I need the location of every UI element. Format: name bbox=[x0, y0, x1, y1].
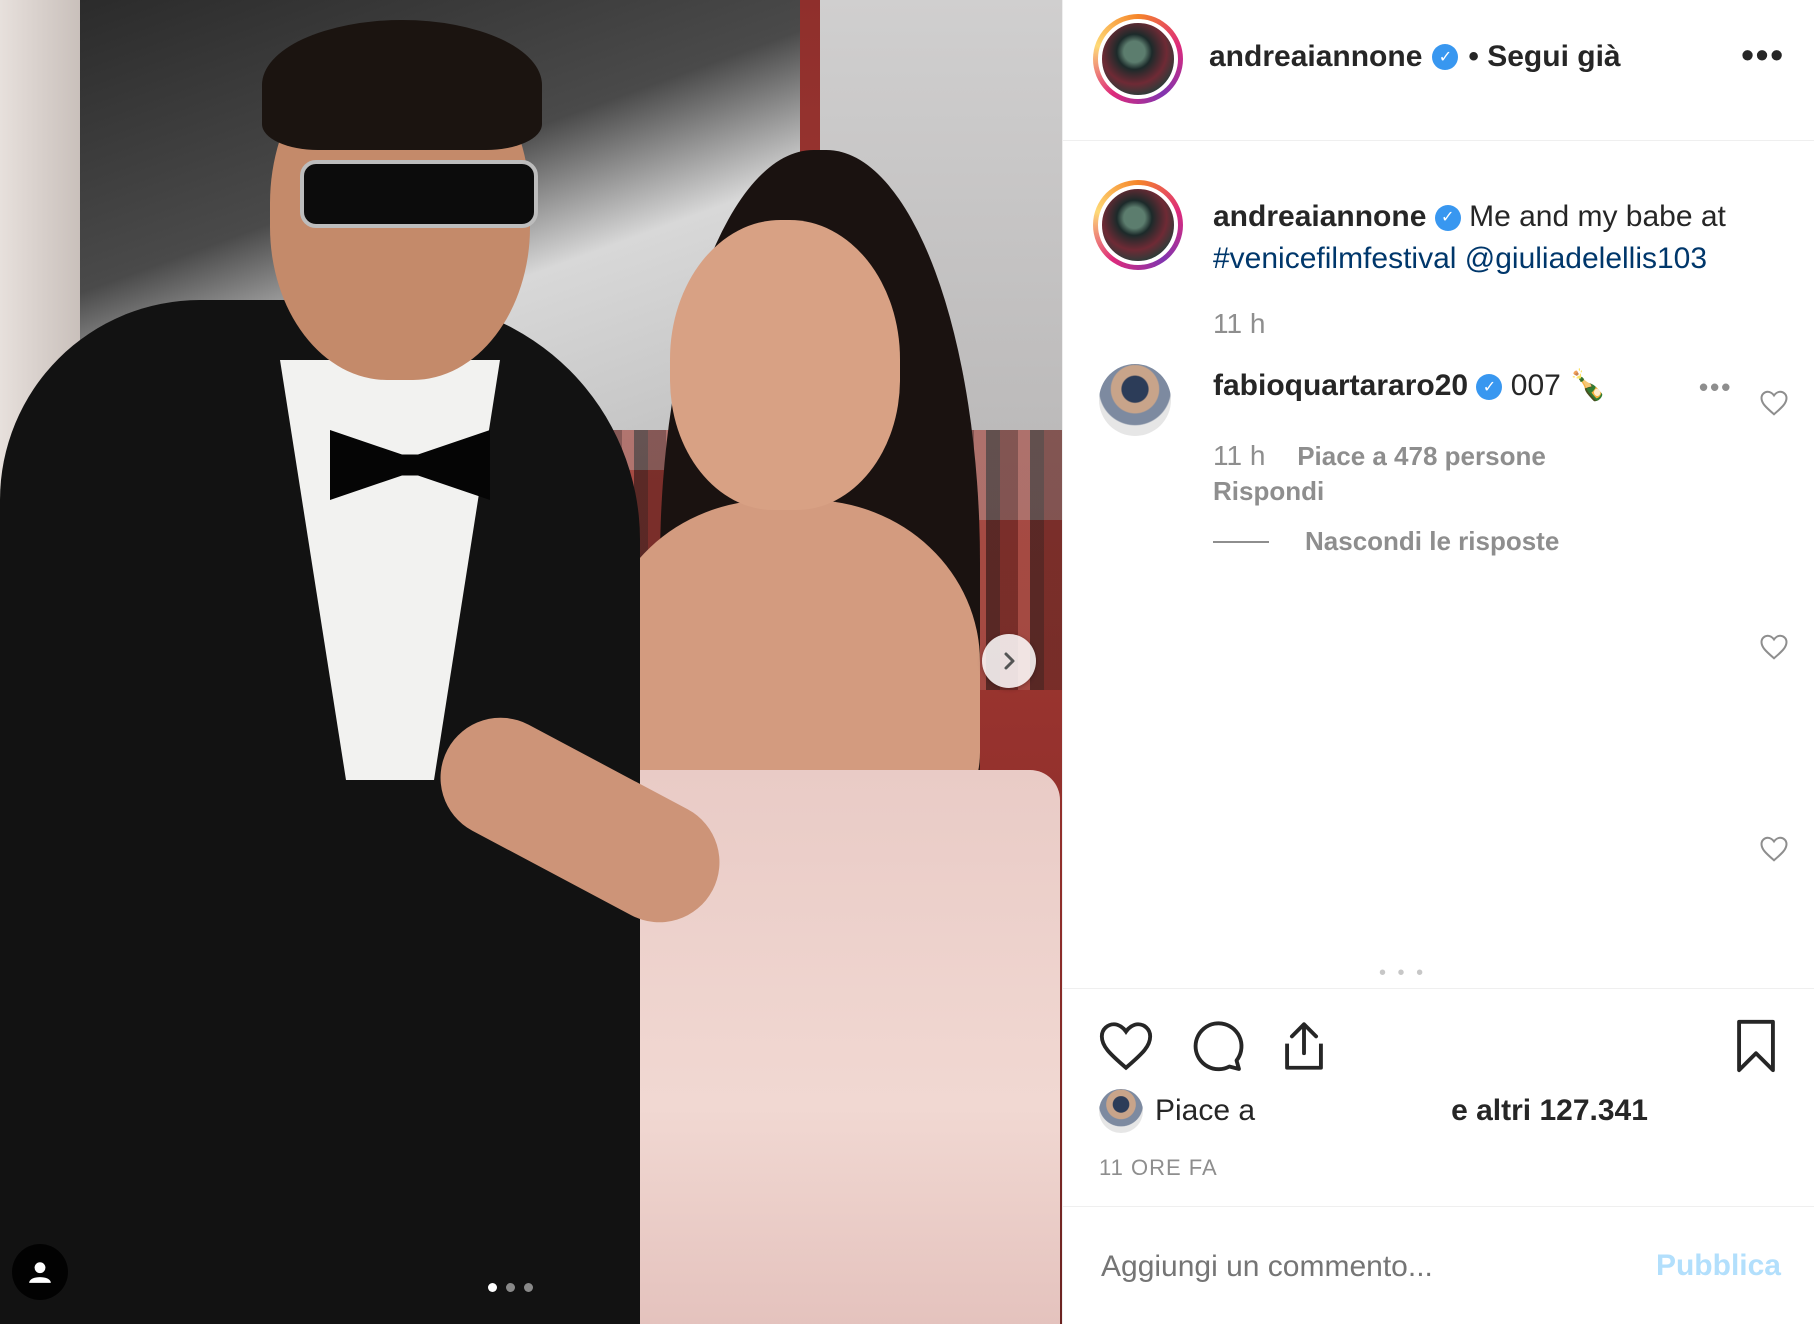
comment-input[interactable] bbox=[1099, 1249, 1623, 1285]
post-photo[interactable] bbox=[0, 0, 1062, 1324]
comment-avatar[interactable] bbox=[1099, 364, 1171, 436]
add-comment-bar: Pubblica bbox=[1063, 1206, 1814, 1325]
follow-status[interactable]: • Segui già bbox=[1468, 40, 1620, 74]
scroll-indicator: • • • bbox=[1379, 962, 1427, 984]
photo-sunglasses bbox=[300, 160, 538, 228]
comment-like-heart-icon[interactable] bbox=[1759, 388, 1789, 418]
comment-time[interactable]: 11 h bbox=[1213, 440, 1265, 471]
liker-avatar[interactable] bbox=[1099, 1089, 1143, 1133]
caption-time[interactable]: 11 h bbox=[1213, 308, 1265, 340]
share-icon[interactable] bbox=[1275, 1017, 1333, 1075]
carousel-dots bbox=[488, 1283, 533, 1292]
verified-icon: ✓ bbox=[1476, 374, 1503, 401]
caption-username[interactable]: andreaiannone bbox=[1213, 200, 1426, 233]
heart-icon[interactable] bbox=[1097, 1017, 1155, 1075]
reply-like-heart-icon[interactable] bbox=[1759, 632, 1789, 662]
likes-count[interactable]: e altri 127.341 bbox=[1451, 1094, 1648, 1128]
bookmark-icon[interactable] bbox=[1727, 1017, 1785, 1075]
reply-like-heart-icon[interactable] bbox=[1759, 834, 1789, 864]
user-tag-button[interactable] bbox=[12, 1244, 68, 1300]
more-options-icon[interactable]: ••• bbox=[1741, 34, 1785, 76]
avatar[interactable] bbox=[1093, 14, 1183, 104]
comment-more-icon[interactable]: ••• bbox=[1699, 372, 1732, 403]
likes-prefix: Piace a bbox=[1155, 1094, 1256, 1127]
caption-hashtag[interactable]: #venicefilmfestival bbox=[1213, 242, 1456, 275]
post-time-ago[interactable]: 11 ORE FA bbox=[1099, 1155, 1218, 1181]
hide-replies-button[interactable]: Nascondi le risposte bbox=[1213, 526, 1559, 557]
carousel-next-button[interactable] bbox=[982, 634, 1036, 688]
carousel-dot bbox=[488, 1283, 497, 1292]
user-tag-icon bbox=[29, 1262, 51, 1283]
verified-icon: ✓ bbox=[1432, 44, 1459, 70]
likes-summary[interactable]: Piace a e altri 127.341 bbox=[1099, 1089, 1648, 1133]
chevron-right-icon bbox=[1004, 652, 1015, 670]
photo-woman-face bbox=[670, 220, 900, 510]
verified-icon: ✓ bbox=[1434, 205, 1461, 232]
comment-text: 007 🍾 bbox=[1510, 369, 1607, 402]
reply-button[interactable]: Rispondi bbox=[1213, 476, 1324, 507]
divider bbox=[1213, 540, 1269, 543]
caption-mention[interactable]: @giuliadelellis103 bbox=[1465, 242, 1707, 275]
photo-man-hair bbox=[262, 20, 542, 150]
comment-username[interactable]: fabioquartararo20 bbox=[1213, 369, 1468, 402]
carousel-dot bbox=[506, 1283, 515, 1292]
post-comment-button[interactable]: Pubblica bbox=[1656, 1249, 1781, 1283]
carousel-dot bbox=[524, 1283, 533, 1292]
caption-avatar[interactable] bbox=[1093, 180, 1183, 270]
comment-icon[interactable] bbox=[1187, 1017, 1245, 1075]
comment-likes[interactable]: Piace a 478 persone bbox=[1297, 441, 1546, 471]
post-side-panel: andreaiannone ✓ • Segui già ••• andreaia… bbox=[1062, 0, 1814, 1324]
caption-text: Me and my babe at bbox=[1469, 200, 1726, 233]
action-bar: Piace a e altri 127.341 11 ORE FA bbox=[1063, 988, 1814, 1209]
post-header: andreaiannone ✓ • Segui già ••• bbox=[1063, 0, 1814, 141]
hide-replies-label: Nascondi le risposte bbox=[1305, 526, 1560, 556]
header-username[interactable]: andreaiannone bbox=[1209, 40, 1422, 74]
